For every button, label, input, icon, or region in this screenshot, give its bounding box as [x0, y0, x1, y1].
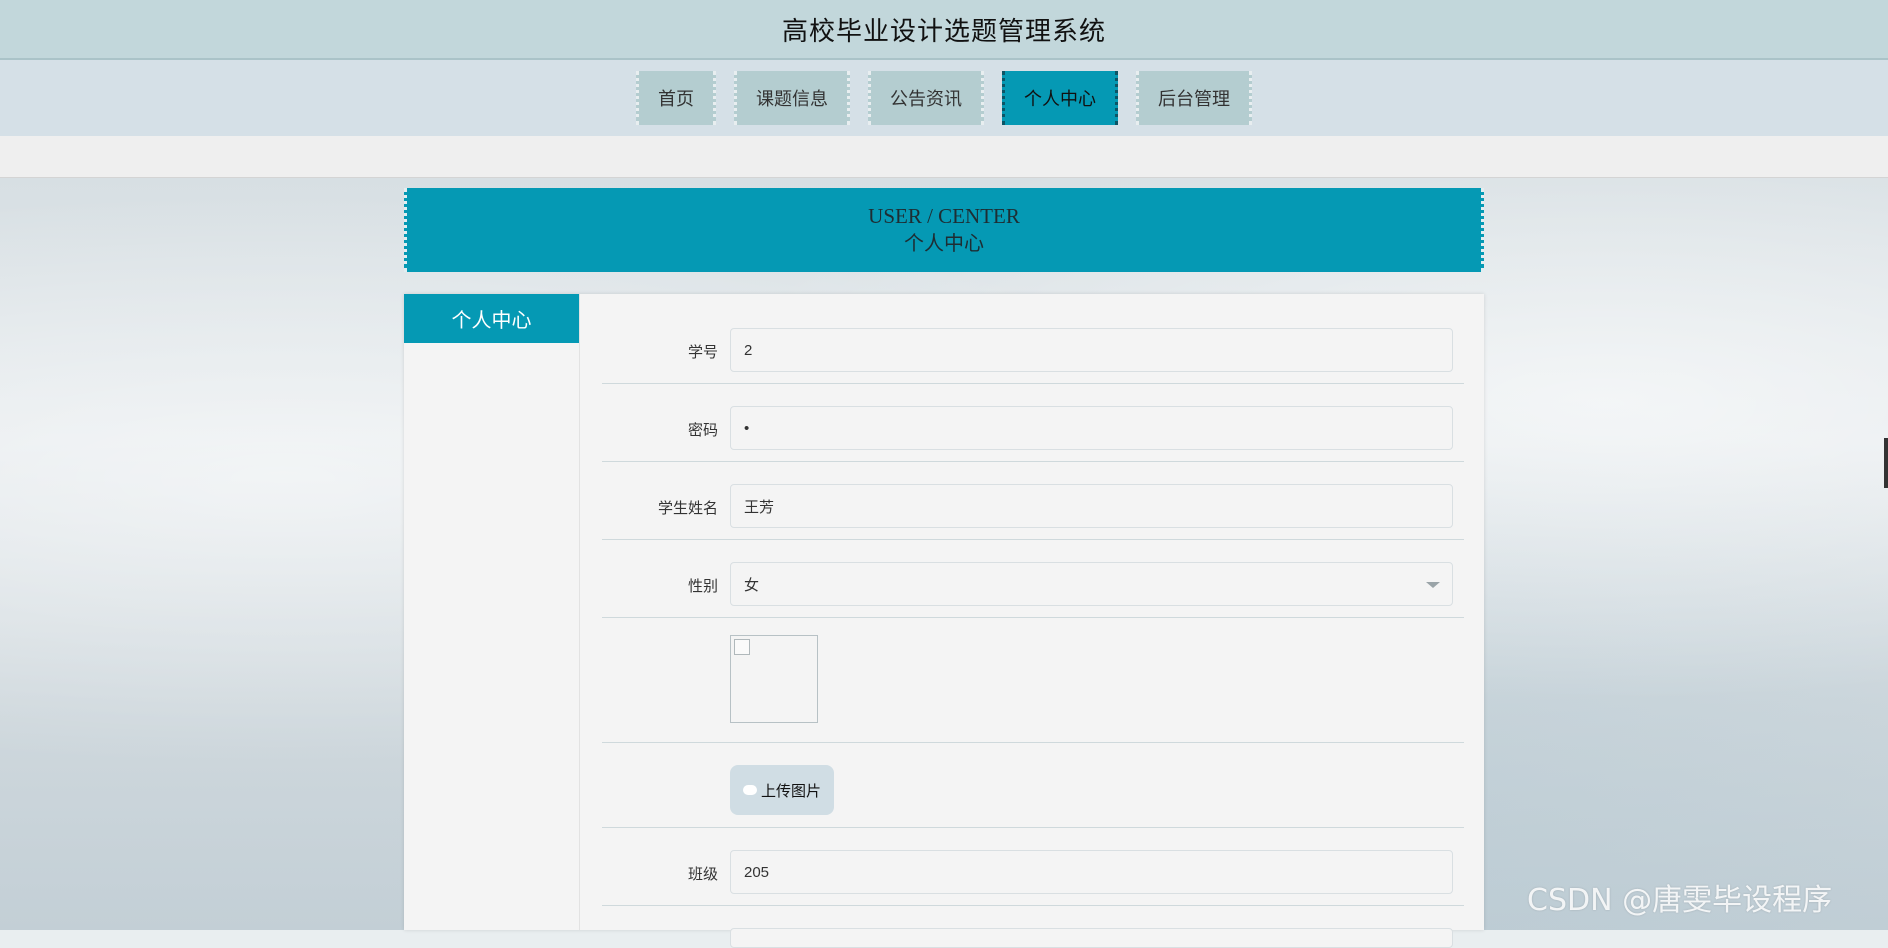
form-row-student-name: 学生姓名 王芳: [602, 462, 1464, 540]
nav-personal-center[interactable]: 个人中心: [1002, 71, 1118, 125]
nav-home[interactable]: 首页: [636, 71, 716, 125]
chevron-down-icon: [1426, 582, 1440, 588]
nav-admin[interactable]: 后台管理: [1136, 71, 1252, 125]
form-row-avatar: [602, 618, 1464, 743]
gender-select-value: 女: [744, 576, 760, 594]
gender-label: 性别: [687, 578, 718, 595]
nav-announcements[interactable]: 公告资讯: [868, 71, 984, 125]
next-field-input[interactable]: [730, 928, 1453, 948]
gender-select[interactable]: 女: [730, 562, 1453, 606]
sidebar: 个人中心: [404, 294, 580, 930]
site-header: 高校毕业设计选题管理系统: [0, 0, 1888, 60]
broken-image-icon: [734, 639, 750, 655]
form-row-upload: 上传图片: [602, 743, 1464, 828]
sidebar-item-personal-center[interactable]: 个人中心: [404, 294, 579, 343]
cloud-upload-icon: [742, 785, 757, 795]
password-label: 密码: [687, 422, 718, 439]
nav-topics[interactable]: 课题信息: [734, 71, 850, 125]
sub-header-strip: [0, 136, 1888, 178]
avatar-image-preview: [730, 635, 818, 723]
form-row-next: [602, 906, 1464, 948]
password-input[interactable]: •: [730, 406, 1453, 450]
student-name-input[interactable]: 王芳: [730, 484, 1453, 528]
form-row-password: 密码 •: [602, 384, 1464, 462]
site-title: 高校毕业设计选题管理系统: [781, 15, 1106, 46]
student-name-label: 学生姓名: [657, 500, 718, 517]
form-row-student-id: 学号 2: [602, 294, 1464, 384]
class-label: 班级: [687, 866, 718, 883]
banner-title-en: USER / CENTER: [868, 204, 1020, 228]
student-id-label: 学号: [687, 344, 718, 361]
upload-image-button[interactable]: 上传图片: [730, 765, 834, 815]
class-input[interactable]: 205: [730, 850, 1453, 894]
form-row-class: 班级 205: [602, 828, 1464, 906]
student-id-input[interactable]: 2: [730, 328, 1453, 372]
banner-title-cn: 个人中心: [904, 233, 984, 255]
content-panel: 个人中心 学号 2 密码 • 学生姓名 王芳 性别 女 上传图片 班级 205: [404, 294, 1484, 948]
main-nav: 首页 课题信息 公告资讯 个人中心 后台管理: [0, 60, 1888, 136]
scrollbar-handle[interactable]: [1884, 438, 1888, 488]
upload-image-label: 上传图片: [760, 782, 821, 800]
form-row-gender: 性别 女: [602, 540, 1464, 618]
section-banner: USER / CENTER 个人中心: [404, 188, 1484, 272]
watermark: CSDN @唐雯毕设程序: [1527, 883, 1833, 918]
